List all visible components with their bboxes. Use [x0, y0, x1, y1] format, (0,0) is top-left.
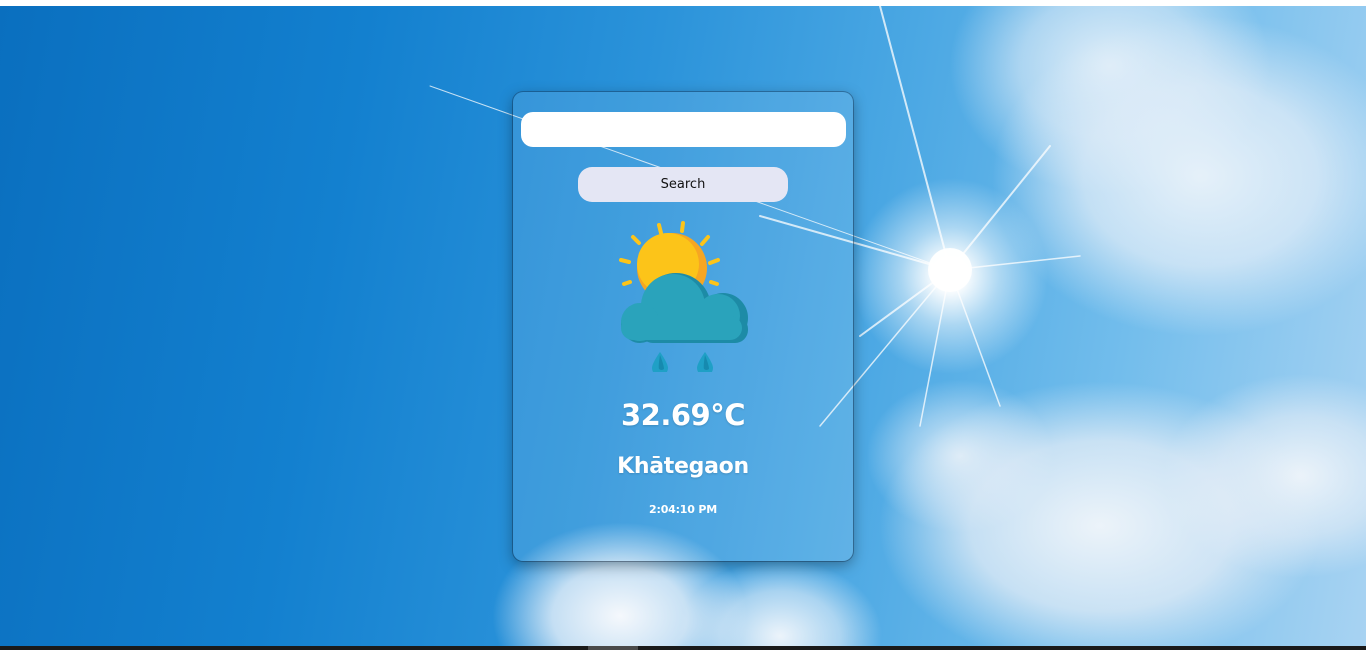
bottom-taskbar-strip — [0, 646, 1366, 650]
taskbar-segment — [588, 646, 638, 650]
search-button[interactable]: Search — [578, 167, 788, 202]
city-name: Khātegaon — [617, 454, 749, 479]
weather-app-page: Search 32.69°C Khātegaon 2:04:10 PM — [0, 0, 1366, 650]
temperature-value: 32.69°C — [620, 398, 746, 432]
weather-card: Search 32.69°C Khātegaon 2:04:10 PM — [513, 92, 853, 561]
partly-cloudy-rain-icon — [619, 221, 748, 372]
local-time: 2:04:10 PM — [649, 503, 717, 516]
city-search-input[interactable] — [521, 112, 846, 147]
